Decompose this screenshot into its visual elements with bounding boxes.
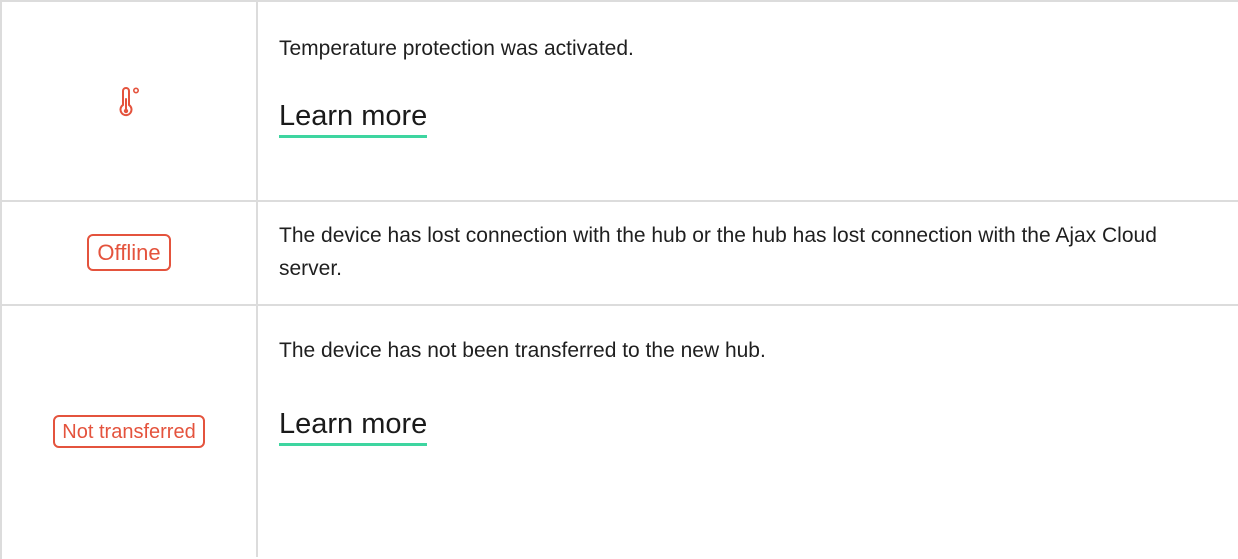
learn-more-link[interactable]: Learn more xyxy=(279,407,428,446)
table-row: Temperature protection was activated. Le… xyxy=(2,2,1238,202)
table-row: Offline The device has lost connection w… xyxy=(2,202,1238,306)
description-cell: The device has not been transferred to t… xyxy=(258,306,1238,557)
description-cell: Temperature protection was activated. Le… xyxy=(258,2,1238,200)
learn-more-link[interactable]: Learn more xyxy=(279,99,428,138)
status-table: Temperature protection was activated. Le… xyxy=(0,0,1238,559)
description-cell: The device has lost connection with the … xyxy=(258,202,1238,304)
thermometer-icon xyxy=(119,87,140,117)
offline-badge: Offline xyxy=(87,233,171,271)
row-description: Temperature protection was activated. xyxy=(279,37,634,60)
row-description: The device has not been transferred to t… xyxy=(279,339,766,362)
icon-cell xyxy=(2,2,258,200)
row-description: The device has lost connection with the … xyxy=(279,224,1157,280)
not-transferred-badge: Not transferred xyxy=(53,415,205,448)
icon-cell: Not transferred xyxy=(2,306,258,557)
table-row: Not transferred The device has not been … xyxy=(2,306,1238,557)
icon-cell: Offline xyxy=(2,202,258,304)
